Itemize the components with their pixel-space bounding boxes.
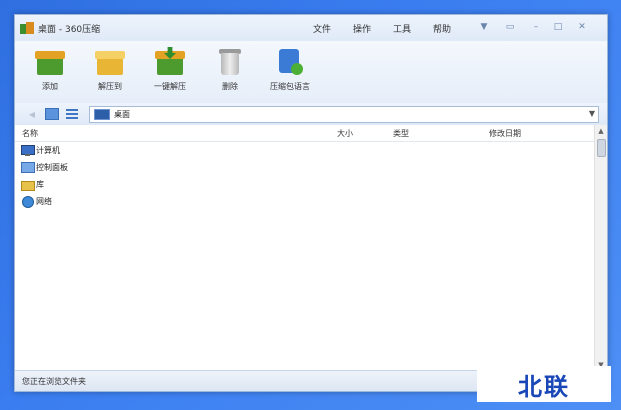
- chevron-down-icon[interactable]: ▼: [589, 109, 595, 118]
- menu-tools[interactable]: 工具: [393, 22, 411, 35]
- item-name: 计算机: [36, 146, 60, 155]
- menu-operate[interactable]: 操作: [353, 22, 371, 35]
- path-text: 桌面: [114, 110, 130, 119]
- item-name: 控制面板: [36, 163, 68, 172]
- minimize-button[interactable]: –: [529, 21, 543, 33]
- control-panel-icon: [21, 162, 35, 173]
- one-click-extract-button[interactable]: 一键解压: [143, 43, 197, 101]
- add-label: 添加: [42, 82, 58, 91]
- archive-language-icon: [275, 47, 305, 77]
- list-item[interactable]: 库: [21, 177, 44, 192]
- main-window: 桌面 - 360压缩 文件 操作 工具 帮助 ▼ ▭ – □ ✕ 添加 解压到 …: [14, 14, 608, 392]
- skin-icon[interactable]: ▼: [477, 21, 491, 33]
- menu-bar: 文件 操作 工具 帮助: [313, 15, 473, 41]
- extract-to-label: 解压到: [98, 82, 122, 91]
- column-name[interactable]: 名称: [22, 128, 38, 139]
- trash-icon: [215, 47, 245, 77]
- watermark-logo: 北联: [477, 366, 611, 402]
- address-bar: ◀ 桌面 ▼: [15, 103, 607, 125]
- extract-to-icon: [95, 47, 125, 77]
- scroll-up-icon[interactable]: ▲: [595, 125, 607, 137]
- one-click-extract-icon: [155, 47, 185, 77]
- computer-icon: [21, 145, 35, 156]
- desktop-icon: [94, 109, 110, 120]
- library-icon: [21, 179, 35, 191]
- title-bar[interactable]: 桌面 - 360压缩 文件 操作 工具 帮助 ▼ ▭ – □ ✕: [15, 15, 607, 41]
- add-archive-icon: [35, 47, 65, 77]
- extract-to-button[interactable]: 解压到: [83, 43, 137, 101]
- item-name: 网络: [36, 197, 52, 206]
- scroll-thumb[interactable]: [597, 139, 606, 157]
- list-view-icon[interactable]: [65, 107, 79, 121]
- delete-label: 删除: [222, 82, 238, 91]
- archive-language-button[interactable]: 压缩包语言: [263, 43, 317, 101]
- maximize-button[interactable]: □: [551, 21, 565, 33]
- list-item[interactable]: 网络: [21, 194, 52, 209]
- toolbar: 添加 解压到 一键解压 删除 压缩包语言: [15, 41, 607, 103]
- thumbnail-view-icon[interactable]: [45, 107, 59, 121]
- menu-help[interactable]: 帮助: [433, 22, 451, 35]
- add-button[interactable]: 添加: [23, 43, 77, 101]
- path-input[interactable]: 桌面 ▼: [89, 106, 599, 123]
- app-logo-icon: [20, 22, 34, 34]
- close-button[interactable]: ✕: [575, 21, 589, 33]
- column-type[interactable]: 类型: [393, 128, 409, 139]
- column-modified[interactable]: 修改日期: [489, 128, 521, 139]
- network-icon: [21, 196, 34, 208]
- column-size[interactable]: 大小: [337, 128, 353, 139]
- archive-language-label: 压缩包语言: [270, 82, 310, 91]
- file-list: 计算机 控制面板 库 网络: [15, 141, 595, 371]
- menu-file[interactable]: 文件: [313, 22, 331, 35]
- message-icon[interactable]: ▭: [503, 21, 517, 33]
- delete-button[interactable]: 删除: [203, 43, 257, 101]
- list-item[interactable]: 计算机: [21, 143, 60, 158]
- status-text: 您正在浏览文件夹: [22, 377, 86, 386]
- column-header: 名称 大小 类型 修改日期: [15, 125, 595, 142]
- vertical-scrollbar[interactable]: ▲ ▼: [594, 125, 607, 371]
- item-name: 库: [36, 180, 44, 189]
- list-item[interactable]: 控制面板: [21, 160, 68, 175]
- back-icon[interactable]: ◀: [25, 107, 39, 121]
- window-title: 桌面 - 360压缩: [38, 24, 101, 35]
- one-click-extract-label: 一键解压: [154, 82, 186, 91]
